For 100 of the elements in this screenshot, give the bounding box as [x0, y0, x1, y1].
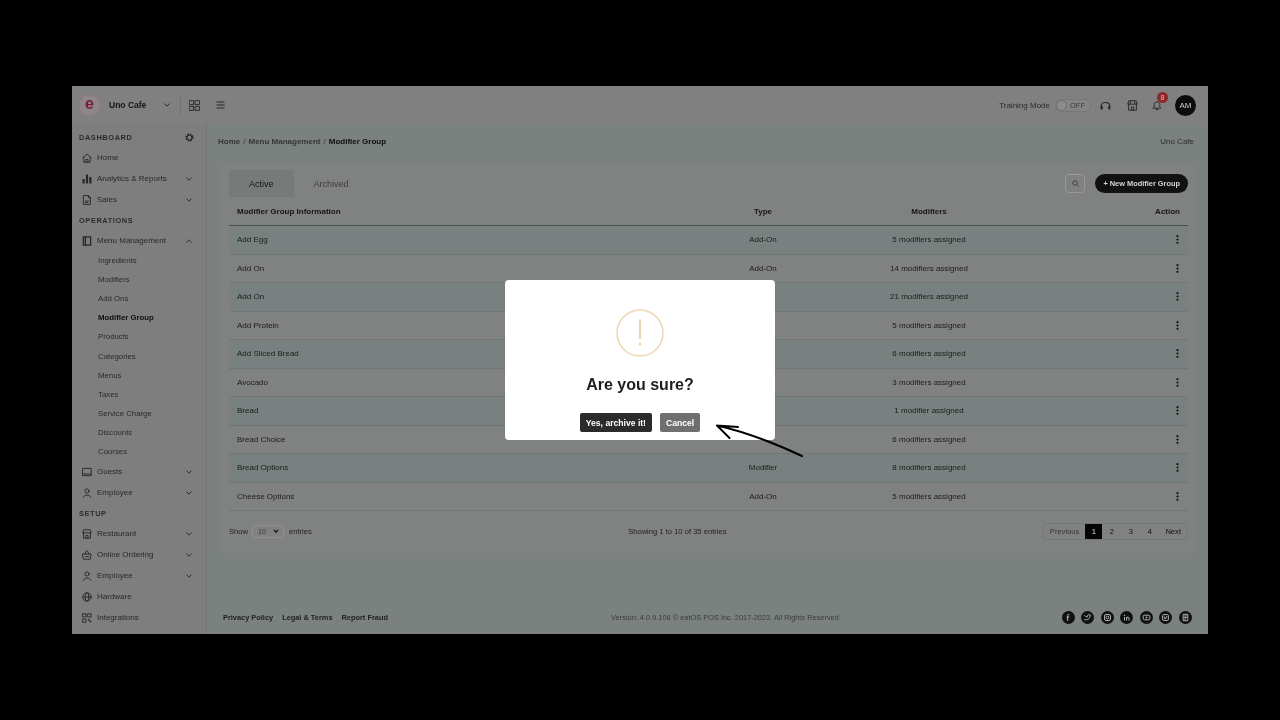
location-dropdown[interactable]: Uno Cafe — [100, 95, 180, 115]
search-icon — [1071, 180, 1079, 187]
linkedin-icon[interactable] — [1120, 610, 1134, 624]
caret-icon — [164, 103, 170, 107]
table-cell: 5 modifiers assigned — [892, 320, 966, 330]
toggle-knob-icon — [1056, 99, 1067, 111]
kebab-menu-icon[interactable] — [1176, 235, 1179, 245]
chevron-up-icon — [186, 238, 192, 243]
table-cell: Avocado — [237, 377, 268, 387]
breadcrumb-separator: / — [323, 136, 326, 146]
breadcrumb-link[interactable]: Menu Management — [248, 136, 321, 146]
kebab-menu-icon[interactable] — [1176, 491, 1179, 501]
training-mode-label: Training Mode — [999, 100, 1050, 110]
person-icon — [82, 487, 92, 498]
kebab-menu-icon[interactable] — [1176, 292, 1179, 302]
kebab-menu-icon[interactable] — [1176, 349, 1179, 359]
kebab-menu-icon[interactable] — [1176, 263, 1179, 273]
chevron-down-icon — [186, 531, 192, 536]
facebook-icon[interactable] — [1062, 610, 1075, 624]
book-icon — [82, 235, 92, 246]
youtube-icon[interactable] — [1140, 610, 1153, 624]
chevron-down-icon — [186, 197, 192, 202]
bell-icon[interactable] — [1152, 99, 1162, 111]
kebab-menu-icon[interactable] — [1176, 463, 1179, 473]
chevron-down-icon — [186, 573, 192, 578]
column-header: Modifier Group Information — [237, 206, 341, 216]
house-icon — [82, 152, 92, 163]
globe-icon — [82, 591, 92, 602]
headset-icon[interactable] — [1100, 99, 1111, 111]
gear-icon[interactable] — [185, 132, 194, 142]
table-cell: Add-On — [749, 235, 777, 245]
table-cell: Bread Options — [237, 463, 289, 473]
vimeo-icon[interactable] — [1159, 610, 1173, 624]
location-name: Uno Cafe — [1160, 136, 1194, 146]
sidebar-item[interactable]: Employee — [72, 565, 206, 587]
table-cell: Add-On — [749, 491, 777, 501]
table-cell: 3 modifiers assigned — [892, 377, 966, 387]
sidebar-item[interactable]: Hardware — [72, 586, 206, 608]
sidebar-item[interactable]: Analytics & Reports — [72, 168, 206, 189]
grid-icon[interactable] — [188, 99, 200, 111]
table-cell: 8 modifiers assigned — [892, 463, 966, 473]
bar-chart-icon — [82, 173, 92, 184]
sidebar-item[interactable]: Online Ordering — [72, 544, 206, 566]
brand-logo: e — [79, 94, 100, 116]
table-cell: 6 modifiers assigned — [892, 434, 966, 444]
sidebar-item[interactable]: Integrations — [72, 607, 206, 629]
table-cell: 6 modifiers assigned — [892, 349, 966, 359]
kebab-menu-icon[interactable] — [1176, 406, 1179, 416]
table-cell: 5 modifiers assigned — [892, 235, 966, 245]
sidebar-item[interactable]: Restaurant — [72, 523, 206, 545]
sidebar-item[interactable]: Menu Management — [72, 230, 206, 251]
sidebar-item[interactable]: Home — [72, 147, 206, 168]
table-cell: Add-On — [749, 263, 777, 273]
person-icon — [82, 570, 92, 581]
table-cell: Bread Choice — [237, 434, 286, 444]
kebab-menu-icon[interactable] — [1176, 377, 1179, 387]
table-cell: 21 modifiers assigned — [890, 292, 968, 302]
table-cell: 1 modifier assigned — [894, 406, 964, 416]
tab[interactable]: Active — [229, 170, 294, 197]
qr-grid-icon — [82, 612, 92, 623]
basket-icon — [82, 549, 92, 560]
instagram-icon[interactable] — [1101, 610, 1114, 624]
tab[interactable]: Archived — [293, 170, 369, 197]
caret-icon — [273, 529, 279, 533]
chevron-down-icon — [186, 552, 192, 557]
dialog-title: Are you sure? — [586, 375, 694, 395]
table-cell: Cheese Options — [237, 491, 295, 501]
kebab-menu-icon[interactable] — [1176, 320, 1179, 330]
table-cell: Add Sliced Bread — [237, 349, 299, 359]
table-cell: Modifier — [748, 463, 778, 473]
table-cell: 5 modifiers assigned — [892, 491, 966, 501]
cancel-button[interactable]: Cancel — [660, 413, 701, 432]
table-cell: Bread — [237, 406, 259, 416]
kebab-menu-icon[interactable] — [1176, 434, 1179, 444]
document-icon — [82, 194, 92, 205]
table-cell: Add Protein — [237, 320, 279, 330]
document-icon[interactable] — [1179, 610, 1192, 624]
sidebar-item[interactable]: Employee — [72, 482, 206, 504]
column-header: Type — [753, 206, 773, 216]
store-icon — [82, 528, 92, 539]
table-cell: Add Egg — [237, 235, 268, 245]
guestbook-icon — [82, 466, 92, 477]
warning-icon — [616, 309, 664, 357]
breadcrumb-current: Modifier Group — [328, 136, 387, 146]
twitter-icon[interactable] — [1081, 610, 1095, 624]
breadcrumb-link[interactable]: Home — [218, 136, 241, 146]
column-header: Modifiers — [911, 206, 947, 216]
table-cell: 14 modifiers assigned — [890, 263, 968, 273]
user-avatar[interactable]: AM — [1175, 94, 1196, 116]
sidebar-item[interactable]: Guests — [72, 461, 206, 483]
column-header: Action — [1155, 206, 1180, 216]
chevron-down-icon — [186, 176, 192, 181]
table-cell: Add On — [237, 263, 265, 273]
search-button[interactable] — [1065, 174, 1086, 193]
table-cell: Add On — [237, 292, 265, 302]
store-icon[interactable] — [1127, 99, 1138, 111]
chevron-down-icon — [186, 490, 192, 495]
sidebar-item[interactable]: Sales — [72, 189, 206, 210]
confirm-button[interactable]: Yes, archive it! — [579, 413, 652, 432]
breadcrumb-separator: / — [243, 136, 246, 146]
